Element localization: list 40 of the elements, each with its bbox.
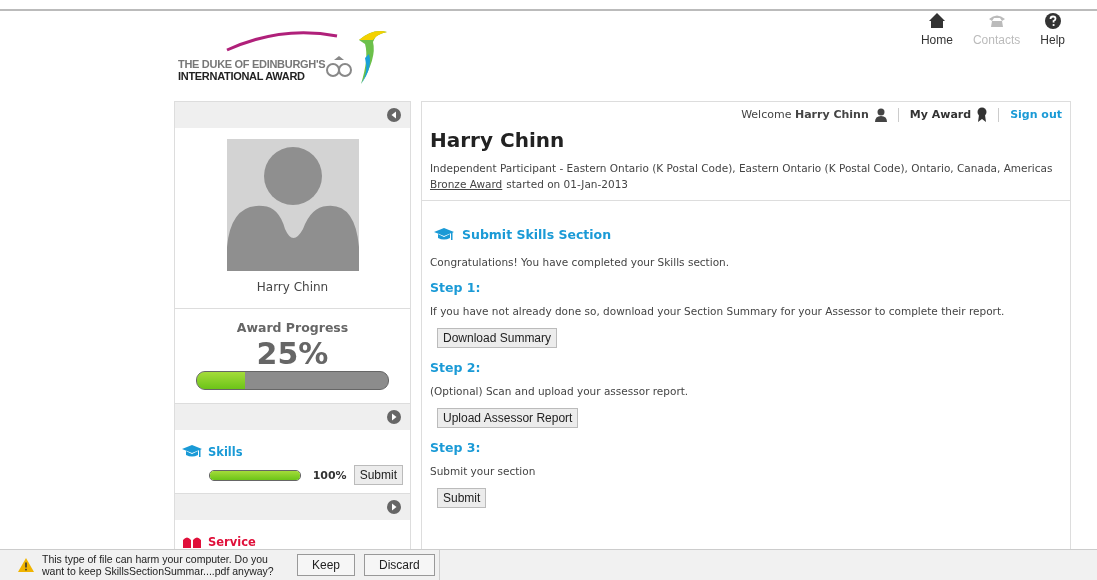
profile-name: Harry Chinn (256, 280, 329, 294)
welcome-text: Welcome Harry Chinn (741, 108, 869, 121)
step-text: Submit your section (430, 465, 537, 477)
step-text: If you have not already done so, download your Section Summary for your Assessor to complete their report. (430, 305, 1006, 317)
progress-title: Award Progress (236, 320, 349, 335)
my-award-link[interactable]: My Award (909, 108, 972, 121)
nav-home-link[interactable]: Home (920, 12, 953, 48)
step-heading: Step 1: (430, 280, 482, 295)
section-link[interactable]: Service (208, 534, 256, 549)
expand-icon[interactable] (387, 500, 401, 514)
award-start-text: started on 01-Jan-2013 (506, 177, 629, 192)
graduation-cap-icon (182, 444, 202, 459)
section-title: Submit Skills Section (462, 227, 612, 242)
participant-details: Independent Participant - Eastern Ontario (K Postal Code), Eastern Ontario (K Postal Code), Ontario, Canada, Americas (430, 161, 1054, 176)
house-icon (927, 12, 946, 29)
award-link[interactable]: Bronze Award (430, 176, 503, 192)
step-button[interactable]: Submit (437, 488, 487, 508)
graduation-cap-icon (434, 227, 454, 242)
logo-text: THE DUKE OF EDINBURGH'S (178, 58, 326, 70)
participant-name: Harry Chinn (430, 128, 566, 152)
expand-icon[interactable] (387, 410, 401, 424)
warning-icon (18, 558, 34, 572)
submit-button[interactable]: Submit (353, 465, 403, 485)
step-text: (Optional) Scan and upload your assessor report. (430, 385, 690, 397)
step-button[interactable]: Download Summary (437, 328, 558, 348)
user-icon (874, 107, 887, 122)
download-bar-button[interactable]: Discard (364, 554, 435, 576)
step-heading: Step 3: (430, 440, 482, 455)
download-warning-text: This type of file can harm your computer. Do you want to keep SkillsSectionSummar....pdf anyway? (42, 553, 275, 577)
logo-text: INTERNATIONAL AWARD (178, 70, 306, 82)
progress-percent: 25% (256, 337, 329, 371)
help-icon (1043, 12, 1062, 29)
intro-text: Congratulations! You have completed your Skills section. (430, 256, 731, 268)
collapse-icon[interactable] (387, 108, 401, 122)
download-bar-button[interactable]: Keep (297, 554, 356, 576)
step-heading: Step 2: (430, 360, 482, 375)
section-percent: 100% (312, 468, 347, 482)
nav-help-link[interactable]: Help (1040, 12, 1065, 48)
step-button[interactable]: Upload Assessor Report (437, 408, 579, 428)
medal-icon (977, 107, 988, 122)
